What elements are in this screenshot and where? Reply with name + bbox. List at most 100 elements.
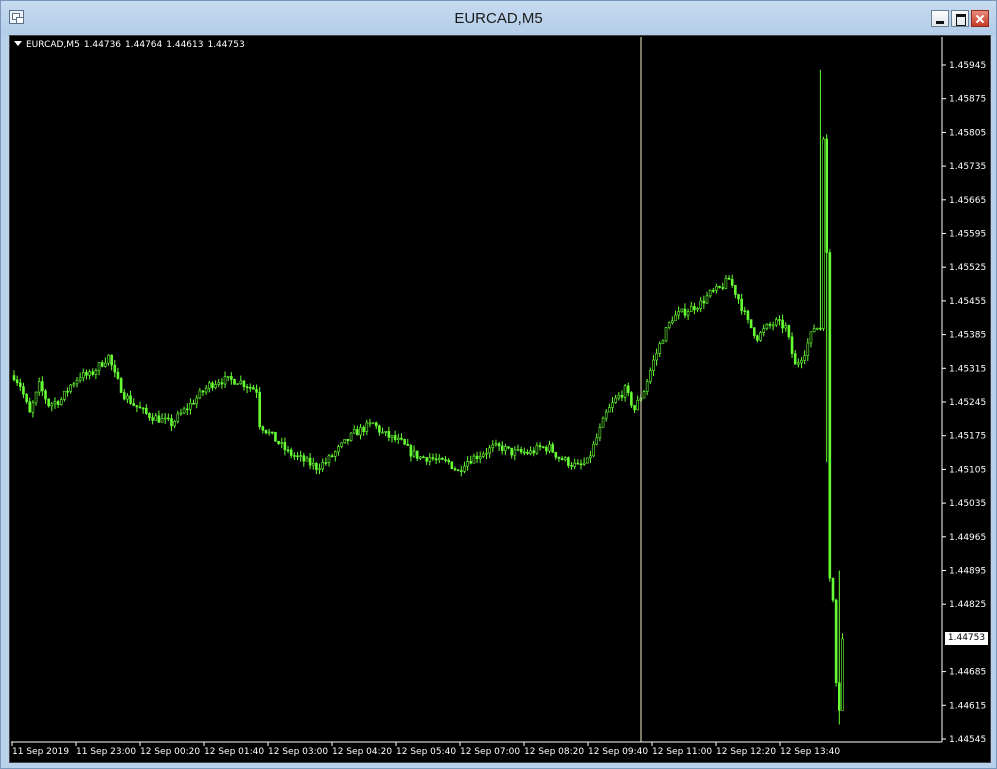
candle-body <box>88 371 91 376</box>
candle-body <box>116 371 120 379</box>
candle-body <box>626 385 630 393</box>
candle-body <box>595 437 599 445</box>
candle-body <box>819 327 822 330</box>
title-bar[interactable]: EURCAD,M5 <box>1 1 996 35</box>
candle-body <box>132 403 135 406</box>
candle-body <box>167 417 170 420</box>
candle-body <box>456 469 460 472</box>
candle-body <box>321 462 325 470</box>
candle-body <box>100 362 104 367</box>
candle-body <box>563 457 567 461</box>
candle-body <box>365 422 369 433</box>
price-tick-label: 1.44825 <box>949 600 986 610</box>
candle-body <box>15 379 19 384</box>
candle-body <box>768 323 772 326</box>
candle-body <box>623 385 627 398</box>
candle-body <box>680 308 684 313</box>
candle-body <box>75 379 79 385</box>
candle-body <box>431 457 435 460</box>
candle-body <box>204 387 208 393</box>
candle-body <box>185 408 189 411</box>
candle-body <box>730 279 734 286</box>
candle-body <box>693 306 696 311</box>
candle-body <box>195 397 198 405</box>
candle-body <box>469 461 473 464</box>
candle-body <box>160 418 164 423</box>
candle-body <box>233 379 236 385</box>
candle-body <box>441 457 444 460</box>
minimize-button[interactable] <box>931 10 949 27</box>
candle-body <box>636 400 640 411</box>
candle-body <box>141 407 145 410</box>
candle-body <box>308 457 312 466</box>
price-tick-label: 1.45105 <box>949 465 986 475</box>
candle-body <box>69 384 73 392</box>
info-low: 1.44613 <box>166 40 204 50</box>
candle-body <box>390 435 394 438</box>
candle-body <box>378 425 381 433</box>
candle-body <box>428 457 432 462</box>
candle-body <box>396 437 400 441</box>
time-axis[interactable]: 11 Sep 2019 11 Sep 23:00 12 Sep 00:20 12 Se… <box>11 742 840 757</box>
candle-body <box>510 447 514 456</box>
candle-body <box>315 463 318 470</box>
current-price-label: 1.44753 <box>945 632 988 645</box>
candle-body <box>724 277 728 289</box>
candle-body <box>409 445 413 457</box>
candle-body <box>56 401 60 405</box>
maximize-button[interactable] <box>951 10 969 27</box>
candle-body <box>522 451 526 454</box>
candle-body <box>494 443 498 446</box>
candle-body <box>551 444 554 453</box>
price-tick-label: 1.44685 <box>949 668 986 678</box>
time-tick-label: 12 Sep 12:20 <box>716 747 776 757</box>
dropdown-arrow-icon[interactable] <box>14 41 22 46</box>
candle-body <box>617 394 621 399</box>
candle-body <box>478 456 482 459</box>
price-chart[interactable]: 1.45945 1.45875 1.45805 1.45735 1.45665 1.455… <box>9 35 991 763</box>
candle-body <box>771 324 775 327</box>
candle-body <box>198 390 202 399</box>
time-tick-label: 12 Sep 09:40 <box>588 747 648 757</box>
candle-body <box>400 437 403 440</box>
price-tick-label: 1.44895 <box>949 567 986 577</box>
price-tick-label: 1.45245 <box>949 398 986 408</box>
candle-body <box>277 441 280 444</box>
candle-body <box>245 386 249 389</box>
candle-body <box>122 392 126 400</box>
candle-body <box>642 391 646 399</box>
candle-body <box>497 443 501 447</box>
candle-body <box>371 422 375 425</box>
candle-body <box>671 320 674 324</box>
candle-body <box>406 443 410 446</box>
candle-body <box>384 431 388 433</box>
candle-body <box>689 306 693 312</box>
candle-body <box>94 370 98 375</box>
candle-body <box>686 311 690 316</box>
close-button[interactable] <box>971 10 989 27</box>
time-tick-label: 11 Sep 23:00 <box>76 747 136 757</box>
candle-body <box>419 456 422 459</box>
candle-body <box>403 439 406 445</box>
info-open: 1.44736 <box>83 40 122 50</box>
candlestick-chart[interactable]: 1.45945 1.45875 1.45805 1.45735 1.45665 1.455… <box>10 36 992 764</box>
price-tick-label: 1.45735 <box>949 162 986 172</box>
candle-body <box>296 455 299 458</box>
candle-body <box>302 455 306 462</box>
candle-body <box>601 417 605 428</box>
candle-body <box>135 405 139 408</box>
candle-body <box>589 455 592 459</box>
candle-body <box>759 332 762 341</box>
candle-body <box>834 599 838 684</box>
chart-window: EURCAD,M5 1.45945 1.45875 1.45805 1.45735 1.… <box>0 0 997 769</box>
candle-body <box>459 470 463 472</box>
candle-body <box>214 384 217 388</box>
candle-body <box>699 300 703 309</box>
candle-body <box>28 401 32 413</box>
candle-body <box>797 362 800 365</box>
candle-body <box>349 432 353 441</box>
candle-body <box>784 325 788 329</box>
candle-body <box>330 455 334 458</box>
candle-body <box>513 449 517 456</box>
candle-body <box>387 431 391 438</box>
